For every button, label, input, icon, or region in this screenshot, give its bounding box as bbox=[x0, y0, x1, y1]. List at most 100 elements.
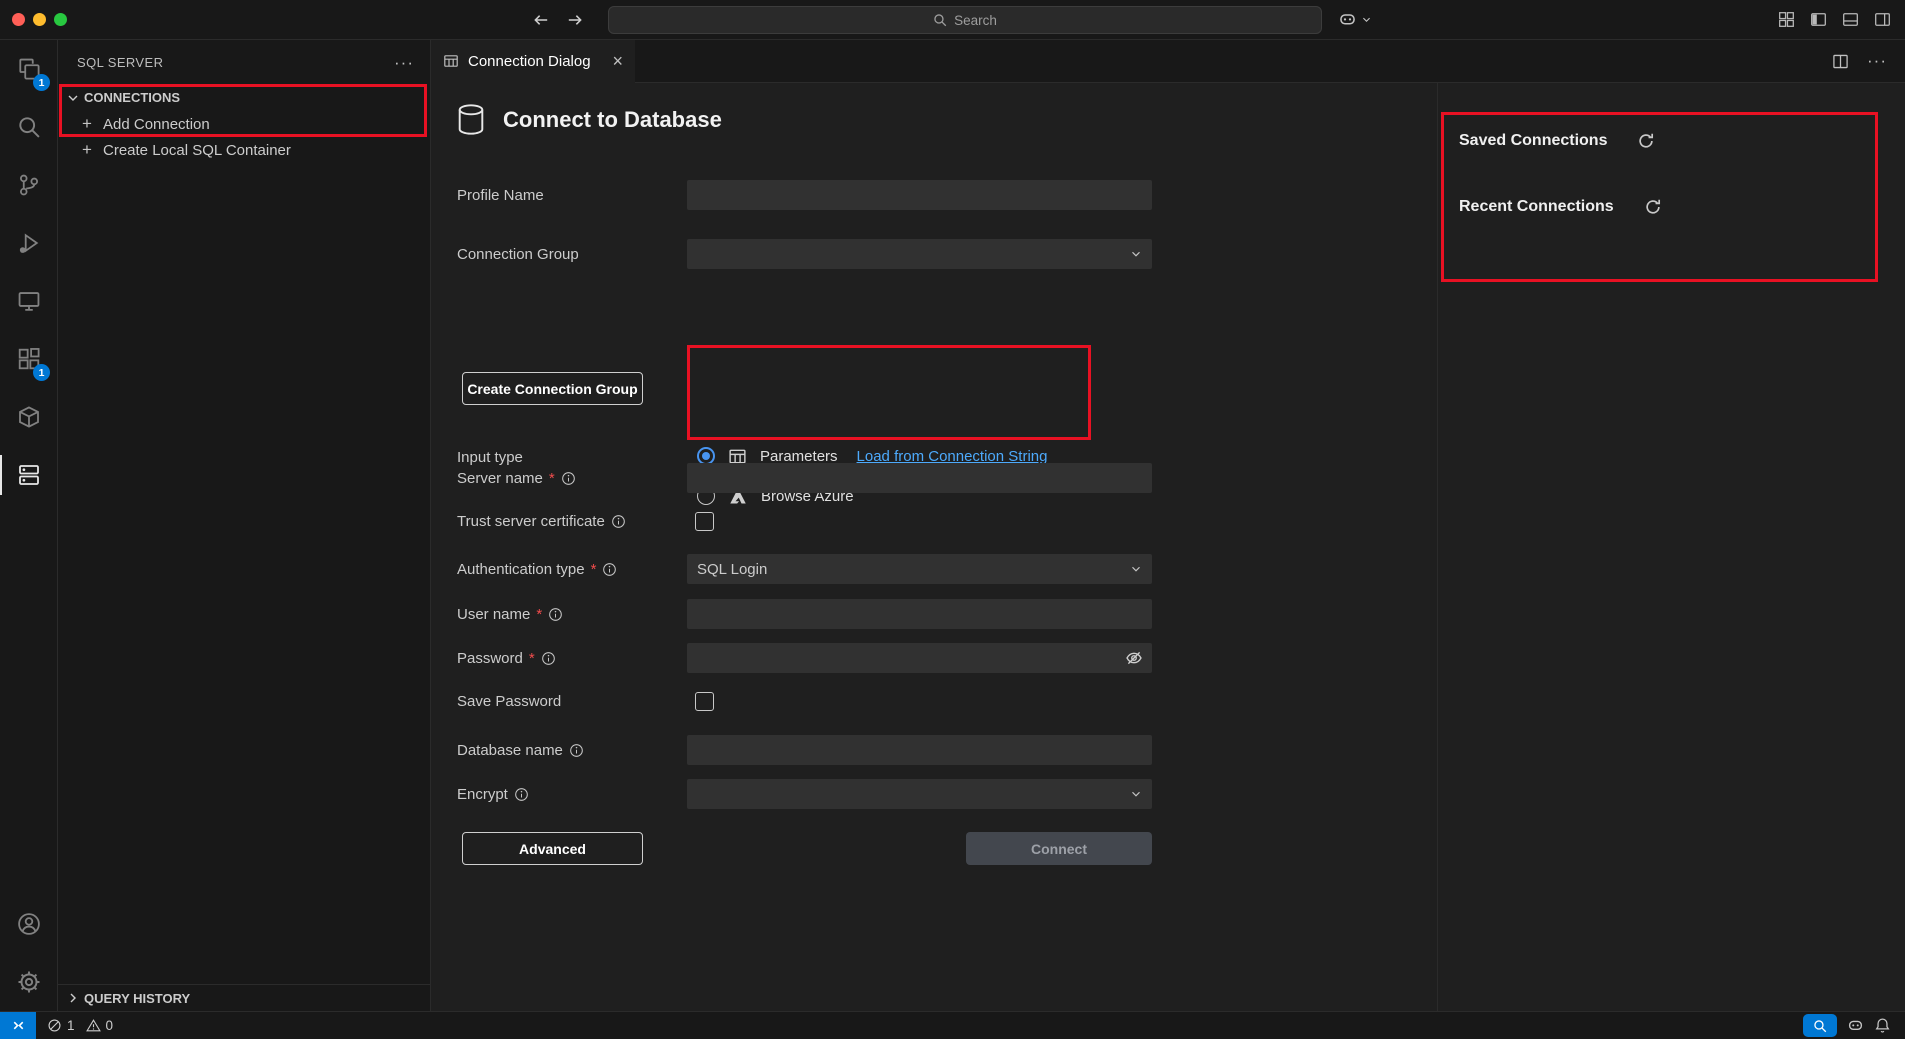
activity-accounts[interactable] bbox=[0, 895, 57, 953]
user-name-label: User name* bbox=[457, 599, 563, 629]
refresh-saved-connections-icon[interactable] bbox=[1637, 132, 1655, 150]
activity-remote-explorer[interactable] bbox=[0, 272, 57, 330]
query-history-section-header[interactable]: QUERY HISTORY bbox=[58, 984, 430, 1011]
remote-explorer-icon bbox=[17, 289, 41, 313]
info-icon[interactable] bbox=[561, 471, 576, 486]
warning-count: 0 bbox=[106, 1018, 114, 1033]
copilot-menu[interactable] bbox=[1338, 0, 1372, 39]
authentication-type-value: SQL Login bbox=[697, 561, 767, 578]
connections-side-panel: Saved Connections Recent Connections bbox=[1437, 83, 1905, 1011]
error-icon bbox=[47, 1018, 62, 1033]
activity-sql-server[interactable] bbox=[0, 446, 57, 504]
encrypt-select[interactable] bbox=[687, 779, 1152, 809]
error-count: 1 bbox=[67, 1018, 75, 1033]
info-icon[interactable] bbox=[514, 787, 529, 802]
authentication-type-label: Authentication type* bbox=[457, 554, 617, 584]
customize-layout-icon[interactable] bbox=[1778, 11, 1795, 28]
advanced-button[interactable]: Advanced bbox=[462, 832, 643, 865]
tab-connection-dialog[interactable]: Connection Dialog × bbox=[431, 40, 635, 82]
activity-extensions[interactable]: 1 bbox=[0, 330, 57, 388]
authentication-type-select[interactable]: SQL Login bbox=[687, 554, 1152, 584]
info-icon[interactable] bbox=[611, 514, 626, 529]
required-marker: * bbox=[529, 650, 535, 667]
extensions-badge: 1 bbox=[33, 364, 50, 381]
eye-off-icon[interactable] bbox=[1125, 649, 1143, 667]
warning-icon bbox=[86, 1018, 101, 1033]
trust-server-certificate-label: Trust server certificate bbox=[457, 512, 626, 531]
connections-section-header[interactable]: CONNECTIONS bbox=[58, 84, 430, 111]
info-icon[interactable] bbox=[602, 562, 617, 577]
editor-area: Connection Dialog × ··· Connect to Data bbox=[431, 40, 1905, 1011]
remote-indicator[interactable] bbox=[0, 1012, 36, 1039]
activity-explorer[interactable]: 1 bbox=[0, 40, 57, 98]
activity-source-control[interactable] bbox=[0, 156, 57, 214]
more-actions-icon[interactable]: ··· bbox=[1867, 51, 1887, 71]
info-icon[interactable] bbox=[569, 743, 584, 758]
minimize-window-button[interactable] bbox=[33, 13, 46, 26]
server-name-label: Server name* bbox=[457, 463, 576, 493]
notifications-bell-icon[interactable] bbox=[1874, 1017, 1891, 1034]
window-controls bbox=[0, 13, 67, 26]
required-marker: * bbox=[536, 606, 542, 623]
account-icon bbox=[17, 912, 41, 936]
tab-label: Connection Dialog bbox=[468, 53, 591, 70]
activity-search[interactable] bbox=[0, 98, 57, 156]
plus-icon: + bbox=[80, 140, 94, 160]
maximize-window-button[interactable] bbox=[54, 13, 67, 26]
save-password-label: Save Password bbox=[457, 692, 561, 711]
connection-group-select[interactable] bbox=[687, 239, 1152, 269]
connect-button[interactable]: Connect bbox=[966, 832, 1152, 865]
close-icon[interactable]: × bbox=[612, 52, 623, 70]
chevron-down-icon bbox=[1129, 247, 1143, 261]
toggle-primary-sidebar-icon[interactable] bbox=[1810, 11, 1827, 28]
info-icon[interactable] bbox=[541, 651, 556, 666]
sql-server-sidebar: SQL SERVER ··· CONNECTIONS + Add Connect… bbox=[58, 40, 431, 1011]
connection-dialog-webview: Connect to Database Profile Name Connect… bbox=[431, 83, 1905, 1011]
tab-bar: Connection Dialog × ··· bbox=[431, 40, 1905, 83]
title-bar: Search bbox=[0, 0, 1905, 40]
command-center-search[interactable]: Search bbox=[608, 6, 1322, 34]
sidebar-title: SQL SERVER bbox=[77, 55, 163, 70]
database-name-label: Database name bbox=[457, 735, 584, 765]
source-control-icon bbox=[17, 173, 41, 197]
copilot-status-icon[interactable] bbox=[1847, 1017, 1864, 1034]
close-window-button[interactable] bbox=[12, 13, 25, 26]
save-password-checkbox[interactable] bbox=[695, 692, 714, 711]
saved-connections-header: Saved Connections bbox=[1459, 132, 1607, 150]
database-name-input[interactable] bbox=[687, 735, 1152, 765]
profile-name-input[interactable] bbox=[687, 180, 1152, 210]
activity-container-tools[interactable] bbox=[0, 388, 57, 446]
chevron-down-icon bbox=[1129, 787, 1143, 801]
chevron-right-icon bbox=[65, 990, 81, 1006]
package-cube-icon bbox=[17, 405, 41, 429]
required-marker: * bbox=[549, 470, 555, 487]
refresh-recent-connections-icon[interactable] bbox=[1644, 198, 1662, 216]
load-connection-string-link[interactable]: Load from Connection String bbox=[857, 448, 1048, 465]
plus-icon: + bbox=[80, 114, 94, 134]
info-icon[interactable] bbox=[548, 607, 563, 622]
chevron-down-icon bbox=[1129, 562, 1143, 576]
recent-connections-header: Recent Connections bbox=[1459, 198, 1614, 216]
connection-dialog-tab-icon bbox=[443, 53, 459, 69]
back-arrow-icon[interactable] bbox=[532, 11, 550, 29]
explorer-badge: 1 bbox=[33, 74, 50, 91]
problems-status-item[interactable]: 1 0 bbox=[47, 1018, 119, 1033]
user-name-input[interactable] bbox=[687, 599, 1152, 629]
zoom-status-item[interactable] bbox=[1803, 1014, 1837, 1037]
toggle-panel-icon[interactable] bbox=[1842, 11, 1859, 28]
chevron-down-icon bbox=[1361, 14, 1372, 25]
toggle-secondary-sidebar-icon[interactable] bbox=[1874, 11, 1891, 28]
encrypt-label: Encrypt bbox=[457, 779, 529, 809]
add-connection-item[interactable]: + Add Connection bbox=[58, 111, 430, 137]
split-editor-icon[interactable] bbox=[1832, 53, 1849, 70]
server-name-input[interactable] bbox=[687, 463, 1152, 493]
activity-settings[interactable] bbox=[0, 953, 57, 1011]
forward-arrow-icon[interactable] bbox=[566, 11, 584, 29]
create-local-sql-container-item[interactable]: + Create Local SQL Container bbox=[58, 137, 430, 163]
password-input[interactable] bbox=[687, 643, 1152, 673]
more-actions-icon[interactable]: ··· bbox=[394, 54, 414, 71]
activity-run-debug[interactable] bbox=[0, 214, 57, 272]
create-connection-group-button[interactable]: Create Connection Group bbox=[462, 372, 643, 405]
trust-server-certificate-checkbox[interactable] bbox=[695, 512, 714, 531]
password-label: Password* bbox=[457, 643, 556, 673]
